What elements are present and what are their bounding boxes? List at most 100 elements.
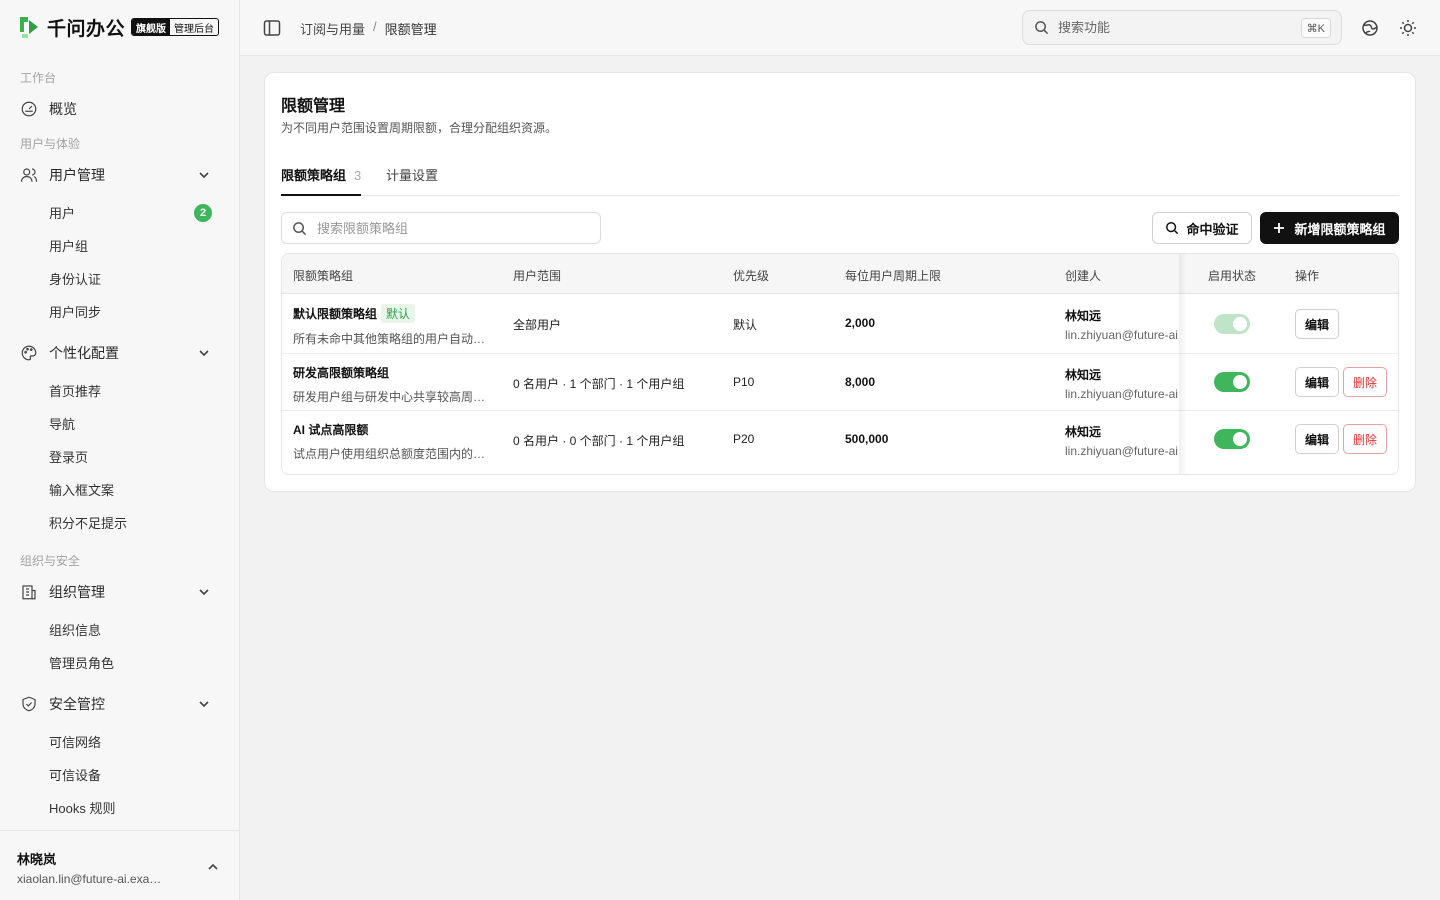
edit-button[interactable]: 编辑 <box>1295 309 1339 339</box>
priority-cell: 默认 <box>733 318 758 332</box>
chevron-down-icon <box>199 589 209 596</box>
top-header: 订阅与用量 / 限额管理 ⌘K <box>240 0 1440 56</box>
shield-check-icon <box>22 696 36 712</box>
sidebar-item-hooks-rules[interactable]: Hooks 规则 <box>49 793 224 821</box>
delete-button[interactable]: 删除 <box>1343 424 1387 454</box>
globe-language-icon[interactable] <box>1360 18 1380 38</box>
nav-sub-label: 可信设备 <box>49 767 102 783</box>
nav-group-personalization[interactable]: 个性化配置 <box>8 338 232 368</box>
nav-group-security[interactable]: 安全管控 <box>8 689 232 719</box>
priority-cell: P10 <box>733 375 755 389</box>
priority-cell: P20 <box>733 432 755 446</box>
brand[interactable]: 千问办公 旗舰版 管理后台 <box>17 14 220 40</box>
nav-sub-label: 输入框文案 <box>49 482 115 498</box>
sidebar-item-admin-roles[interactable]: 管理员角色 <box>49 648 224 676</box>
nav-item-overview[interactable]: 概览 <box>8 94 232 124</box>
policy-description: 试点用户使用组织总额度范围内的高限额 <box>293 447 488 461</box>
nav-group-org-management[interactable]: 组织管理 <box>8 577 232 607</box>
sidebar-toggle-icon[interactable] <box>263 19 281 37</box>
current-user-email: xiaolan.lin@future-ai.example.com <box>17 872 167 886</box>
sidebar: 千问办公 旗舰版 管理后台 工作台 概览 用户与体验 用户管理 用户 2 用户组… <box>0 0 240 900</box>
policy-table: 限额策略组 用户范围 优先级 每位用户周期上限 创建人 启用状态 操作 默认限额… <box>281 253 1399 475</box>
brand-logo-icon <box>20 17 38 38</box>
sidebar-item-identity-auth[interactable]: 身份认证 <box>49 264 224 292</box>
nav-section-workspace: 工作台 <box>20 71 57 85</box>
nav-sub-label: 用户组 <box>49 238 89 254</box>
creator-cell: 林知远 lin.zhiyuan@future-ai.example.com <box>1065 307 1179 342</box>
policy-name-cell: 默认限额策略组 默认 所有未命中其他策略组的用户自动使用此策略组 <box>293 304 488 347</box>
policy-name-cell: AI 试点高限额 试点用户使用组织总额度范围内的高限额 <box>293 421 488 462</box>
policy-name: 研发高限额策略组 <box>293 366 390 380</box>
sidebar-item-users[interactable]: 用户 2 <box>49 198 224 226</box>
col-header-policy-group: 限额策略组 <box>293 269 354 283</box>
table-row: 默认限额策略组 默认 所有未命中其他策略组的用户自动使用此策略组 全部用户 默认… <box>282 294 1398 354</box>
current-user-menu[interactable]: 林晓岚 xiaolan.lin@future-ai.example.com <box>0 830 239 900</box>
sidebar-item-trusted-network[interactable]: 可信网络 <box>49 727 224 755</box>
nav-sub-label: 用户同步 <box>49 304 102 320</box>
search-icon <box>1166 222 1179 235</box>
console-label: 管理后台 <box>174 23 215 35</box>
nav-item-label: 安全管控 <box>49 696 105 712</box>
policy-name-cell: 研发高限额策略组 研发用户组与研发中心共享较高周期限额 <box>293 364 488 405</box>
nav-sub-label: 登录页 <box>49 449 89 465</box>
chevron-up-icon <box>208 863 218 870</box>
policy-name: AI 试点高限额 <box>293 423 369 437</box>
enabled-toggle[interactable] <box>1214 429 1250 449</box>
limit-cell: 500,000 <box>845 432 889 446</box>
add-policy-group-button[interactable]: 新增限额策略组 <box>1260 212 1399 244</box>
nav-item-label: 用户管理 <box>49 167 105 183</box>
sidebar-item-login-page[interactable]: 登录页 <box>49 442 224 470</box>
nav-section-org: 组织与安全 <box>20 554 81 568</box>
sun-theme-icon[interactable] <box>1398 18 1418 38</box>
fixed-column-shadow <box>1179 254 1187 474</box>
sidebar-item-user-groups[interactable]: 用户组 <box>49 231 224 259</box>
enabled-toggle[interactable] <box>1214 372 1250 392</box>
edit-button[interactable]: 编辑 <box>1295 367 1339 397</box>
button-label: 命中验证 <box>1186 221 1239 237</box>
nav-sub-label: Hooks 规则 <box>49 800 116 816</box>
tab-metering-settings[interactable]: 计量设置 <box>386 165 438 196</box>
tab-quota-policy-groups[interactable]: 限额策略组 3 <box>281 165 362 196</box>
sidebar-item-user-sync[interactable]: 用户同步 <box>49 297 224 325</box>
delete-button[interactable]: 删除 <box>1343 367 1387 397</box>
chevron-down-icon <box>199 701 209 708</box>
brand-name: 千问办公 <box>47 18 126 40</box>
sidebar-item-org-info[interactable]: 组织信息 <box>49 615 224 643</box>
plus-icon <box>1274 223 1285 233</box>
col-header-actions: 操作 <box>1295 269 1320 283</box>
sidebar-item-navigation[interactable]: 导航 <box>49 409 224 437</box>
col-header-per-user-limit: 每位用户周期上限 <box>845 269 942 283</box>
creator-email: lin.zhiyuan@future-ai.example.com <box>1065 444 1179 458</box>
nav-sub-label: 可信网络 <box>49 734 102 750</box>
policy-name: 默认限额策略组 默认 <box>293 304 488 323</box>
creator-email: lin.zhiyuan@future-ai.example.com <box>1065 387 1179 401</box>
sidebar-item-input-copy[interactable]: 输入框文案 <box>49 475 224 503</box>
table-row: AI 试点高限额 试点用户使用组织总额度范围内的高限额 0 名用户 · 0 个部… <box>282 411 1398 468</box>
creator-name: 林知远 <box>1065 309 1102 323</box>
search-icon <box>293 221 307 235</box>
policy-search[interactable] <box>281 212 601 244</box>
chevron-down-icon <box>199 350 209 357</box>
policy-search-input[interactable] <box>317 220 587 236</box>
breadcrumb-separator: / <box>373 19 377 34</box>
user-scope-cell: 0 名用户 · 0 个部门 · 1 个用户组 <box>513 434 685 448</box>
sidebar-item-home-recommend[interactable]: 首页推荐 <box>49 376 224 404</box>
nav-item-label: 概览 <box>49 101 77 117</box>
breadcrumb: 订阅与用量 / 限额管理 <box>300 19 437 38</box>
nav-group-user-management[interactable]: 用户管理 <box>8 160 232 190</box>
breadcrumb-parent[interactable]: 订阅与用量 <box>300 19 365 38</box>
global-search[interactable]: ⌘K <box>1022 10 1342 45</box>
sidebar-item-low-credit-tip[interactable]: 积分不足提示 <box>49 508 224 536</box>
quota-management-card: 限额管理 为不同用户范围设置周期限额，合理分配组织资源。 限额策略组 3 计量设置… <box>264 72 1416 492</box>
policy-description: 所有未命中其他策略组的用户自动使用此策略组 <box>293 332 488 346</box>
hit-verify-button[interactable]: 命中验证 <box>1152 212 1252 244</box>
edit-button[interactable]: 编辑 <box>1295 424 1339 454</box>
global-search-input[interactable] <box>1058 20 1288 35</box>
nav-item-label: 组织管理 <box>49 584 105 600</box>
edition-label: 旗舰版 <box>132 19 171 35</box>
default-tag: 默认 <box>381 304 416 323</box>
creator-name: 林知远 <box>1065 368 1102 382</box>
nav-sub-label: 身份认证 <box>49 271 102 287</box>
sidebar-item-trusted-devices[interactable]: 可信设备 <box>49 760 224 788</box>
search-icon <box>1035 21 1049 35</box>
